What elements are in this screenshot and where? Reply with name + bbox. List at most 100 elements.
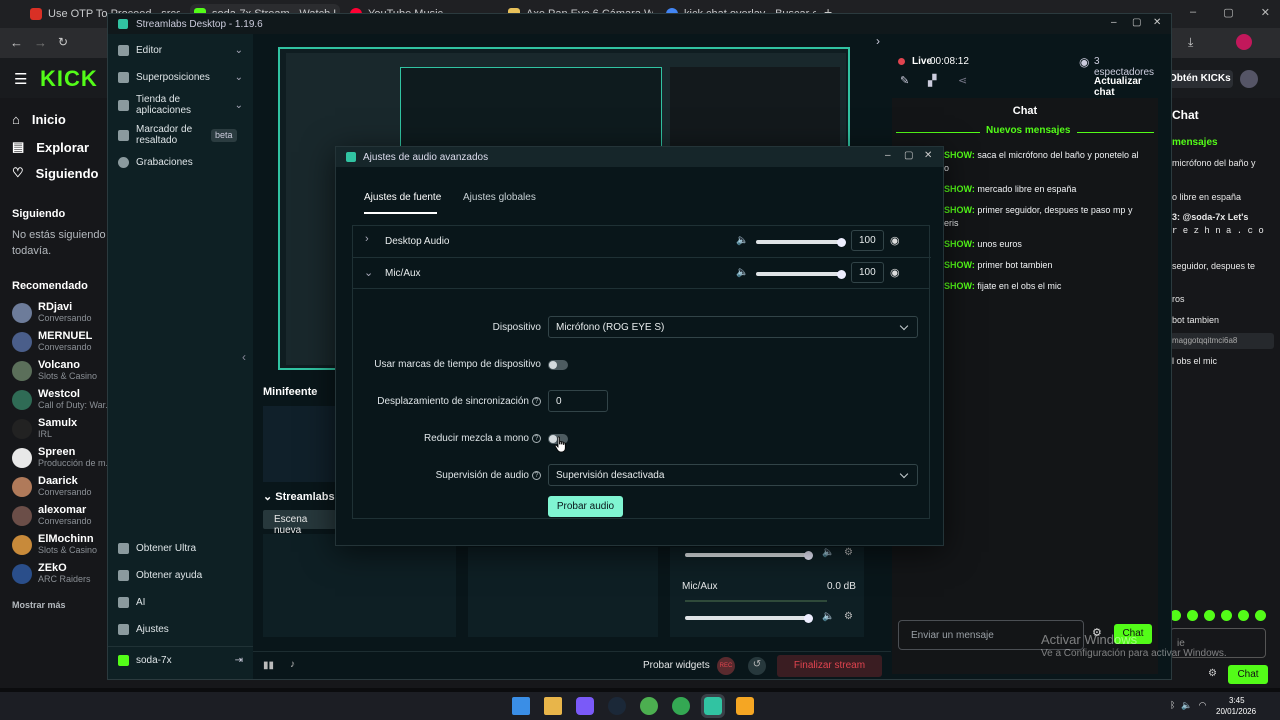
show-more-link[interactable]: Mostrar más xyxy=(12,600,66,610)
nav-recordings[interactable]: Grabaciones xyxy=(118,157,193,168)
nav-settings[interactable]: Ajustes xyxy=(118,624,169,635)
mixer-volume-slider[interactable] xyxy=(685,550,813,560)
source-row-mic-aux[interactable]: ⌄ Mic/Aux 🔈 100 ◉ xyxy=(353,257,931,288)
end-stream-button[interactable]: Finalizar stream xyxy=(777,655,882,677)
minimize-icon[interactable]: – xyxy=(1111,17,1117,28)
mixer-volume-slider[interactable] xyxy=(685,613,813,623)
file-explorer-icon[interactable] xyxy=(544,697,562,715)
back-icon[interactable]: ← xyxy=(10,35,23,50)
chevron-down-icon[interactable]: ⌄ xyxy=(364,266,373,279)
speaker-icon[interactable]: 🔈 xyxy=(736,267,748,278)
eye-icon[interactable]: ◉ xyxy=(890,234,900,247)
clock-time[interactable]: 3:45 xyxy=(1229,696,1245,705)
chrome-icon[interactable] xyxy=(640,697,658,715)
kick-nav-siguiendo[interactable]: ♡ Siguiendo xyxy=(12,165,99,181)
volume-slider[interactable] xyxy=(756,269,846,279)
help-icon[interactable]: ? xyxy=(532,433,541,443)
pop-out-icon[interactable]: ▞ xyxy=(928,74,936,87)
streamlabs-icon[interactable] xyxy=(701,694,725,718)
share-icon[interactable]: ⋖ xyxy=(958,74,967,87)
source-row-desktop-audio[interactable]: › Desktop Audio 🔈 100 ◉ xyxy=(353,226,931,257)
close-icon[interactable]: ✕ xyxy=(1153,17,1161,28)
scene-item[interactable]: Escena nueva xyxy=(263,510,336,536)
recommended-channel[interactable]: Volcano Slots & Casino xyxy=(12,356,117,385)
minimize-icon[interactable]: – xyxy=(885,150,891,161)
gear-icon[interactable]: ⚙ xyxy=(844,547,853,558)
test-widgets-button[interactable]: Probar widgets xyxy=(643,660,710,671)
logout-icon[interactable]: ⇥ xyxy=(235,655,243,666)
tab-source-settings[interactable]: Ajustes de fuente xyxy=(364,192,441,203)
refresh-chat-button[interactable]: Actualizar chat xyxy=(1094,76,1158,98)
recommended-channel[interactable]: ZEkO ARC Raiders xyxy=(12,559,117,588)
help-icon[interactable]: ? xyxy=(532,396,541,406)
kick-nav-explorar[interactable]: ▤ Explorar xyxy=(12,139,89,155)
timestamps-toggle[interactable] xyxy=(548,360,568,370)
slider-knob[interactable] xyxy=(837,237,846,247)
settings-icon[interactable]: ⚙ xyxy=(1208,668,1217,679)
chrome-profile-icon[interactable] xyxy=(672,697,690,715)
emote-icon[interactable] xyxy=(1204,610,1215,621)
recommended-channel[interactable]: alexomar Conversando xyxy=(12,501,117,530)
eye-icon[interactable]: ◉ xyxy=(890,266,900,279)
emote-icon[interactable] xyxy=(1238,610,1249,621)
help-icon[interactable]: ? xyxy=(532,470,541,480)
collapse-sidebar-icon[interactable]: ‹ xyxy=(242,350,246,364)
recommended-channel[interactable]: Samulx IRL xyxy=(12,414,117,443)
recommended-channel[interactable]: MERNUEL Conversando xyxy=(12,327,117,356)
minimize-icon[interactable]: – xyxy=(1190,6,1196,19)
recommended-channel[interactable]: Westcol Call of Duty: War... xyxy=(12,385,117,414)
steam-icon[interactable] xyxy=(608,697,626,715)
kick-logo[interactable]: KICK xyxy=(40,66,98,92)
gear-icon[interactable]: ⚙ xyxy=(844,611,853,622)
speaker-icon[interactable]: 🔈 xyxy=(822,547,834,558)
wifi-icon[interactable]: ◠ xyxy=(1199,700,1207,711)
reload-icon[interactable]: ↻ xyxy=(58,35,68,49)
discord-icon[interactable] xyxy=(576,697,594,715)
volume-input[interactable]: 100 xyxy=(851,262,884,283)
speaker-icon[interactable]: 🔈 xyxy=(822,611,834,622)
start-icon[interactable] xyxy=(512,697,530,715)
kick-nav-inicio[interactable]: ⌂ Inicio xyxy=(12,112,66,127)
user-profile[interactable]: soda-7x ⇥ xyxy=(118,655,243,666)
nav-app-store[interactable]: Tienda de aplicaciones ⌄ xyxy=(118,94,243,116)
emote-icon[interactable] xyxy=(1255,610,1266,621)
test-audio-button[interactable]: Probar audio xyxy=(548,496,623,517)
nav-ai[interactable]: AI xyxy=(118,597,145,608)
bell-icon[interactable]: ♪ xyxy=(290,659,295,670)
volume-input[interactable]: 100 xyxy=(851,230,884,251)
maximize-icon[interactable]: ▢ xyxy=(1223,6,1233,19)
bluetooth-icon[interactable]: ᛒ xyxy=(1170,700,1175,711)
recommended-channel[interactable]: RDjavi Conversando xyxy=(12,298,117,327)
user-avatar[interactable] xyxy=(1240,70,1258,88)
close-icon[interactable]: ✕ xyxy=(1261,6,1270,19)
app-icon[interactable] xyxy=(736,697,754,715)
replay-icon[interactable]: ↺ xyxy=(748,657,766,675)
menu-icon[interactable]: ☰ xyxy=(14,70,27,88)
clock-date[interactable]: 20/01/2026 xyxy=(1216,707,1256,716)
nav-highlighter[interactable]: Marcador de resaltado beta xyxy=(118,124,243,146)
device-select[interactable]: Micrófono (ROG EYE S) xyxy=(548,316,918,338)
record-button[interactable]: REC xyxy=(717,657,735,675)
kick-chat-send-button[interactable]: Chat xyxy=(1228,665,1268,684)
tab-global-settings[interactable]: Ajustes globales xyxy=(463,192,536,203)
get-kicks-button[interactable]: Obtén KICKs xyxy=(1165,70,1233,88)
nav-overlays[interactable]: Superposiciones ⌄ xyxy=(118,72,243,83)
slider-knob[interactable] xyxy=(837,269,846,279)
emote-icon[interactable] xyxy=(1187,610,1198,621)
maximize-icon[interactable]: ▢ xyxy=(904,150,913,161)
nav-editor[interactable]: Editor ⌄ xyxy=(118,45,243,56)
chevron-right-icon[interactable]: › xyxy=(365,233,369,245)
volume-slider[interactable] xyxy=(756,237,846,247)
download-icon[interactable]: ⤓ xyxy=(1188,35,1193,50)
profile-avatar[interactable] xyxy=(1236,34,1252,50)
maximize-icon[interactable]: ▢ xyxy=(1132,17,1141,28)
stats-icon[interactable]: ▮▮ xyxy=(263,660,274,671)
recommended-channel[interactable]: Daarick Conversando xyxy=(12,472,117,501)
emote-icon[interactable] xyxy=(1221,610,1232,621)
forward-icon[interactable]: → xyxy=(34,35,47,50)
sync-offset-input[interactable]: 0 xyxy=(548,390,608,412)
audio-monitoring-select[interactable]: Supervisión desactivada xyxy=(548,464,918,486)
nav-get-help[interactable]: Obtener ayuda xyxy=(118,570,202,581)
volume-icon[interactable]: 🔈 xyxy=(1181,700,1192,711)
speaker-icon[interactable]: 🔈 xyxy=(736,235,748,246)
